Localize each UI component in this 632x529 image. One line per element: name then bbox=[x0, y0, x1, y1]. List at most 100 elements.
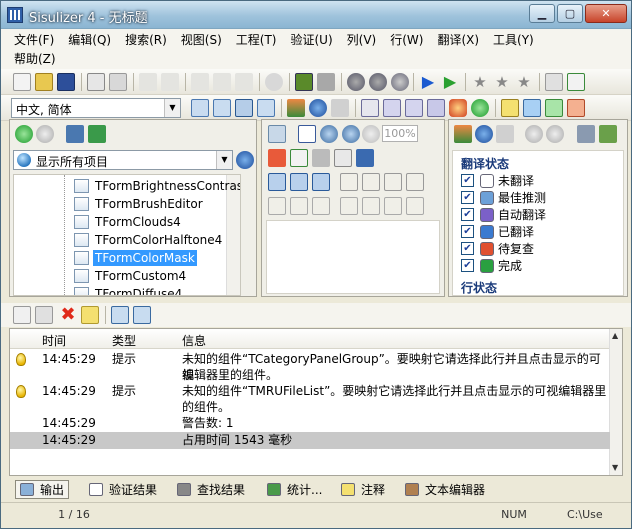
scan-icon[interactable] bbox=[295, 73, 313, 91]
close-button[interactable]: ✕ bbox=[585, 4, 627, 23]
cut-icon[interactable] bbox=[191, 73, 209, 91]
options-icon[interactable] bbox=[391, 73, 409, 91]
star-add-icon[interactable]: ★ bbox=[493, 73, 511, 91]
print-preview-icon[interactable] bbox=[87, 73, 105, 91]
build-icon[interactable] bbox=[317, 73, 335, 91]
layout-4-icon[interactable] bbox=[257, 99, 275, 117]
output-list[interactable]: 时间 类型 信息 ▲ ▼ 14:45:29 提示 未知的组件“TCategoryPa… bbox=[9, 328, 623, 476]
back-icon[interactable] bbox=[15, 125, 33, 143]
output-row[interactable]: 14:45:29 警告数: 1 bbox=[10, 415, 610, 432]
menu-row1-9[interactable]: 工具(Y) bbox=[486, 31, 541, 49]
state-row[interactable]: ✔ 完成 bbox=[461, 257, 522, 274]
find-icon[interactable] bbox=[265, 73, 283, 91]
save-filter-icon[interactable] bbox=[599, 125, 617, 143]
view-c-icon[interactable] bbox=[405, 99, 423, 117]
prev-icon[interactable] bbox=[525, 125, 543, 143]
state-row[interactable]: ✔ 已翻译 bbox=[461, 223, 534, 240]
output-row[interactable]: 14:45:29 提示 未知的组件“TMRUFileList”。要映射它请选择此行并… bbox=[10, 383, 610, 415]
zoom-in-icon[interactable] bbox=[320, 125, 338, 143]
menu-row1-4[interactable]: 工程(T) bbox=[229, 31, 284, 49]
menu-row1-6[interactable]: 列(V) bbox=[340, 31, 384, 49]
state-checkbox[interactable]: ✔ bbox=[461, 174, 474, 187]
list-icon[interactable] bbox=[334, 149, 352, 167]
star-remove-icon[interactable]: ★ bbox=[515, 73, 533, 91]
tab-0[interactable]: 输出 bbox=[15, 480, 70, 499]
p-yellow-icon[interactable] bbox=[501, 99, 519, 117]
chevron-down-icon[interactable]: ▼ bbox=[164, 99, 180, 117]
align-6-icon[interactable] bbox=[384, 173, 402, 191]
tree-item[interactable]: TFormColorHalftone4 bbox=[74, 231, 224, 249]
verify-icon[interactable] bbox=[290, 149, 308, 167]
p-red-icon[interactable] bbox=[567, 99, 585, 117]
check-document-icon[interactable] bbox=[567, 73, 585, 91]
tab-2[interactable]: 查找结果 bbox=[173, 480, 249, 499]
state-row[interactable]: ✔ 未翻译 bbox=[461, 172, 534, 189]
filter-icon[interactable] bbox=[287, 99, 305, 117]
tab-3[interactable]: 统计... bbox=[263, 480, 326, 499]
forward-icon[interactable] bbox=[36, 125, 54, 143]
bookmark-icon[interactable] bbox=[268, 149, 286, 167]
size-1-icon[interactable] bbox=[268, 197, 286, 215]
tree-item[interactable]: TFormClouds4 bbox=[74, 213, 183, 231]
refresh-tree-icon[interactable] bbox=[236, 151, 254, 169]
editor-canvas[interactable] bbox=[266, 220, 440, 294]
complete-icon[interactable] bbox=[471, 99, 489, 117]
tab-4[interactable]: 注释 bbox=[337, 480, 389, 499]
window-icon[interactable] bbox=[111, 306, 129, 324]
output-scrollbar[interactable]: ▲ ▼ bbox=[609, 329, 622, 475]
menu-row1-3[interactable]: 视图(S) bbox=[174, 31, 229, 49]
open-folder-icon[interactable] bbox=[35, 73, 53, 91]
size-4-icon[interactable] bbox=[340, 197, 358, 215]
state-checkbox[interactable]: ✔ bbox=[461, 208, 474, 221]
zoom-level[interactable]: 100% bbox=[382, 125, 418, 142]
size-7-icon[interactable] bbox=[406, 197, 424, 215]
tree-item[interactable]: TFormDiffuse4 bbox=[74, 285, 184, 295]
menu-row1-5[interactable]: 验证(U) bbox=[283, 31, 339, 49]
copy-icon[interactable] bbox=[213, 73, 231, 91]
tab-5[interactable]: 文本编辑器 bbox=[401, 480, 489, 499]
zoom-out-icon[interactable] bbox=[342, 125, 360, 143]
redo-icon[interactable] bbox=[161, 73, 179, 91]
print-icon[interactable] bbox=[109, 73, 127, 91]
database-icon[interactable] bbox=[66, 125, 84, 143]
output-copy-icon[interactable] bbox=[35, 306, 53, 324]
language-select[interactable]: 中文, 简体 ▼ bbox=[11, 98, 181, 118]
add-filter-icon[interactable] bbox=[577, 125, 595, 143]
menu-row1-0[interactable]: 文件(F) bbox=[7, 31, 61, 49]
project-tree[interactable]: TFormBrightnessContrast4 TFormBrushEditor… bbox=[13, 174, 241, 296]
menu-row2-0[interactable]: 帮助(Z) bbox=[7, 50, 63, 68]
zoom-reset-icon[interactable] bbox=[362, 125, 380, 143]
tree-settings-icon[interactable] bbox=[88, 125, 106, 143]
new-file-icon[interactable] bbox=[13, 73, 31, 91]
state-row[interactable]: ✔ 最佳推测 bbox=[461, 189, 546, 206]
filter-clear-icon[interactable] bbox=[496, 125, 514, 143]
output-row[interactable]: 14:45:29 提示 未知的组件“TCategoryPanelGroup”。要映射… bbox=[10, 351, 610, 383]
app-icon[interactable] bbox=[7, 7, 23, 23]
menu-row1-8[interactable]: 翻译(X) bbox=[430, 31, 486, 49]
paste-icon[interactable] bbox=[235, 73, 253, 91]
align-1-icon[interactable] bbox=[268, 173, 286, 191]
p-green-icon[interactable] bbox=[545, 99, 563, 117]
tree-item[interactable]: TFormColorMask bbox=[74, 249, 197, 267]
align-4-icon[interactable] bbox=[340, 173, 358, 191]
layout-1-icon[interactable] bbox=[191, 99, 209, 117]
column-time[interactable]: 时间 bbox=[42, 332, 66, 349]
minimize-button[interactable]: ▁ bbox=[529, 4, 555, 23]
output-row[interactable]: 14:45:29 占用时间 1543 毫秒 bbox=[10, 432, 610, 449]
note-icon[interactable] bbox=[81, 306, 99, 324]
layout-3-icon[interactable] bbox=[235, 99, 253, 117]
state-checkbox[interactable]: ✔ bbox=[461, 259, 474, 272]
play-green-icon[interactable]: ▶ bbox=[441, 73, 459, 91]
play-blue-icon[interactable]: ▶ bbox=[419, 73, 437, 91]
menu-row1-7[interactable]: 行(W) bbox=[383, 31, 430, 49]
state-checkbox[interactable]: ✔ bbox=[461, 191, 474, 204]
size-6-icon[interactable] bbox=[384, 197, 402, 215]
state-checkbox[interactable]: ✔ bbox=[461, 242, 474, 255]
scroll-down-icon[interactable]: ▼ bbox=[612, 463, 618, 472]
component-icon[interactable] bbox=[312, 149, 330, 167]
item-filter-select[interactable]: 显示所有项目 ▼ bbox=[13, 150, 233, 170]
filter-apply-icon[interactable] bbox=[454, 125, 472, 143]
tree-item[interactable]: TFormBrightnessContrast4 bbox=[74, 177, 240, 195]
review-icon[interactable] bbox=[449, 99, 467, 117]
refresh-icon[interactable] bbox=[309, 99, 327, 117]
